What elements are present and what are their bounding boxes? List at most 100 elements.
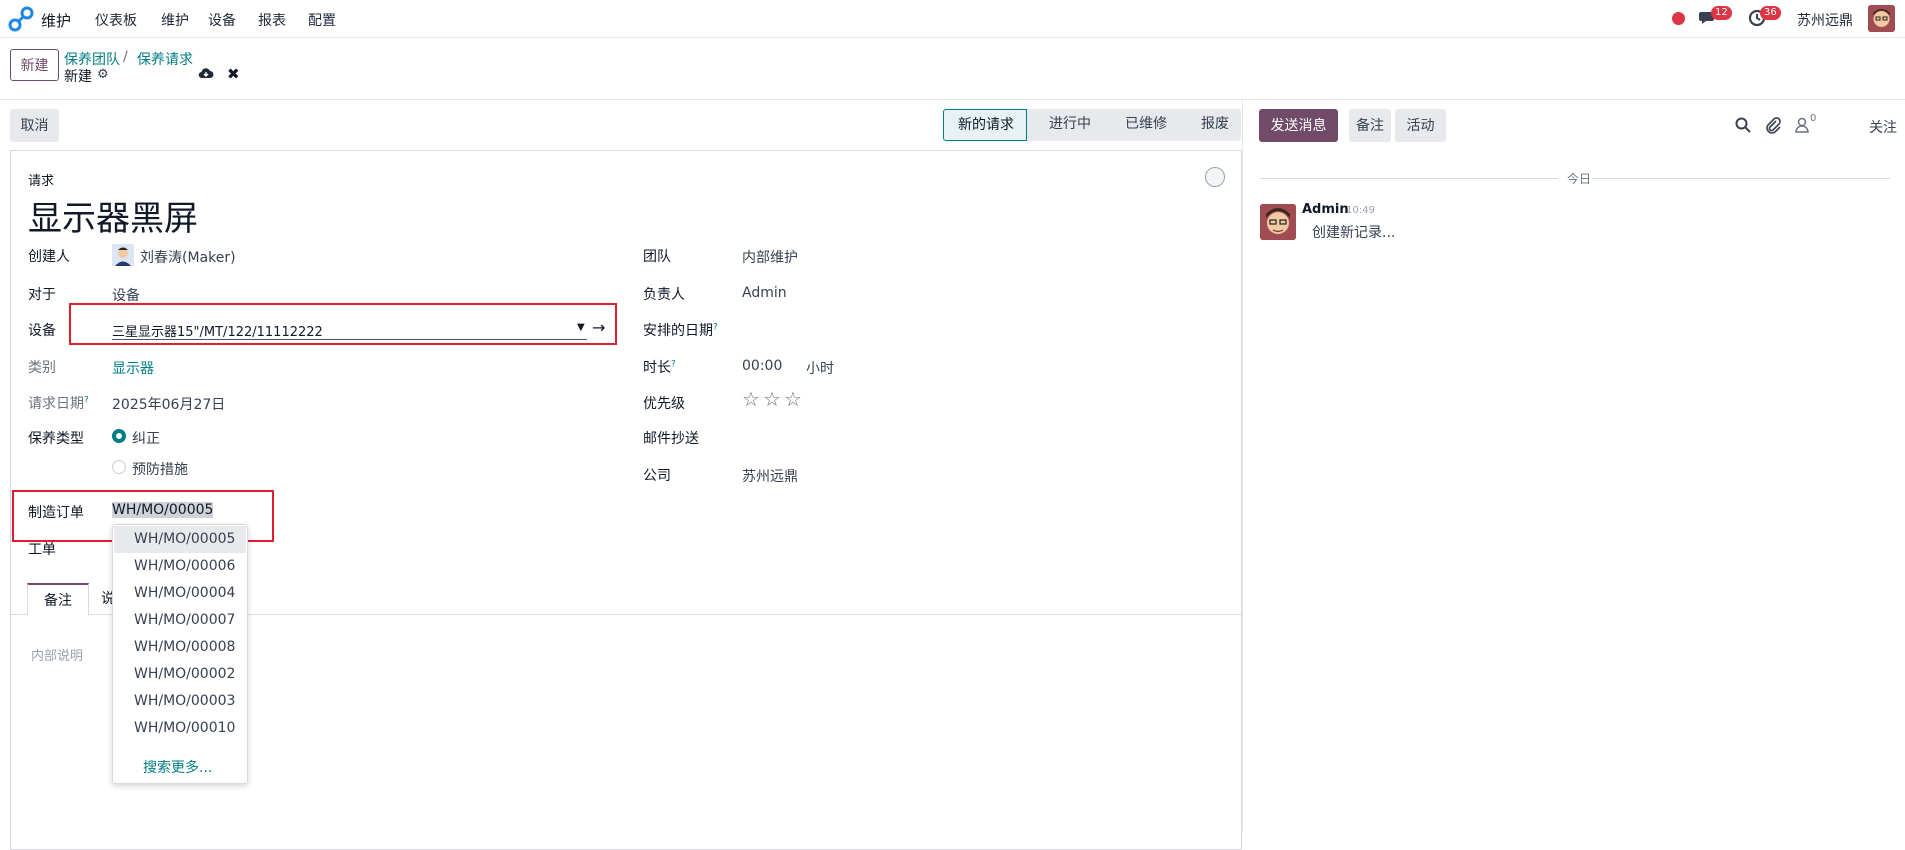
menu-dashboard[interactable]: 仪表板 (95, 10, 137, 30)
duration-unit: 小时 (806, 361, 834, 377)
dropdown-option[interactable]: WH/MO/00010 (114, 715, 246, 742)
log-note-button[interactable]: 备注 (1349, 109, 1391, 142)
search-more-link[interactable]: 搜索更多... (143, 757, 212, 777)
help-icon[interactable]: ? (671, 359, 676, 369)
request-date-value[interactable]: 2025年06月27日 (112, 394, 225, 414)
duration-label-text: 时长 (643, 360, 671, 376)
manufacturing-order-input[interactable]: WH/MO/00005 (112, 502, 214, 518)
follow-button[interactable]: 关注 (1869, 117, 1897, 137)
company-switcher[interactable]: 苏州远鼎 (1797, 10, 1853, 30)
equipment-label: 设备 (28, 323, 56, 339)
followers-count: 0 (1810, 113, 1817, 124)
notes-placeholder[interactable]: 内部说明 (31, 645, 83, 664)
company-value[interactable]: 苏州远鼎 (742, 466, 798, 486)
stage-new-request[interactable]: 新的请求 (943, 109, 1027, 141)
breadcrumb-requests[interactable]: 保养请求 (137, 49, 193, 69)
menu-equipment[interactable]: 设备 (208, 10, 236, 30)
message-author-avatar[interactable] (1260, 204, 1296, 240)
category-value[interactable]: 显示器 (112, 358, 154, 378)
dropdown-option[interactable]: WH/MO/00005 (114, 526, 246, 553)
dropdown-option[interactable]: WH/MO/00004 (114, 580, 246, 607)
company-label: 公司 (643, 468, 671, 484)
new-button[interactable]: 新建 (10, 49, 59, 81)
app-logo-icon[interactable] (8, 6, 34, 32)
preventive-option-label[interactable]: 预防措施 (132, 459, 188, 479)
radio-preventive[interactable] (112, 460, 126, 474)
corrective-option-label[interactable]: 纠正 (132, 428, 160, 448)
message-author[interactable]: Admin (1302, 202, 1349, 217)
scheduled-date-label-text: 安排的日期 (643, 323, 713, 339)
dropdown-option[interactable]: WH/MO/00007 (114, 607, 246, 634)
creator-value[interactable]: 刘春涛(Maker) (140, 247, 236, 267)
messages-badge: 12 (1711, 6, 1732, 20)
duration-value[interactable]: 00:00 (742, 358, 782, 374)
messages-button[interactable]: 12 (1698, 6, 1732, 30)
scheduled-date-label: 安排的日期? (643, 320, 718, 340)
request-title[interactable]: 显示器黑屏 (28, 191, 198, 240)
maintenance-type-label: 保养类型 (28, 431, 84, 447)
help-icon[interactable]: ? (713, 322, 718, 332)
control-panel: 新建 保养团队 / 保养请求 新建 ⚙ ✖ (0, 38, 1905, 100)
priority-star-2-icon[interactable]: ☆ (763, 387, 781, 411)
manufacturing-order-label: 制造订单 (28, 505, 84, 521)
menu-maintenance[interactable]: 维护 (161, 10, 189, 30)
internal-link-arrow-icon[interactable]: → (592, 318, 605, 337)
record-name: 新建 (64, 69, 92, 85)
discard-icon[interactable]: ✖ (227, 65, 240, 83)
admin-avatar-icon (1260, 204, 1296, 240)
stage-scrap[interactable]: 报废 (1179, 109, 1241, 141)
for-label: 对于 (28, 287, 56, 303)
activities-button[interactable]: 活动 (1395, 109, 1446, 142)
paperclip-icon[interactable] (1764, 116, 1782, 134)
date-divider-left (1260, 178, 1558, 179)
date-divider-right (1592, 178, 1890, 179)
stage-statusbar: 新的请求 进行中 已维修 报废 (943, 109, 1241, 141)
team-value[interactable]: 内部维护 (742, 247, 798, 267)
creator-label: 创建人 (28, 249, 70, 265)
tab-notes[interactable]: 备注 (27, 583, 89, 616)
top-navbar: 维护 仪表板 维护 设备 报表 配置 12 36 苏州远鼎 (0, 0, 1905, 38)
user-avatar-icon (1868, 5, 1895, 32)
request-date-label: 请求日期? (28, 393, 89, 413)
search-icon[interactable] (1734, 116, 1752, 134)
request-date-label-text: 请求日期 (28, 396, 84, 412)
stage-in-progress[interactable]: 进行中 (1027, 109, 1103, 141)
stage-repaired[interactable]: 已维修 (1103, 109, 1179, 141)
dropdown-option[interactable]: WH/MO/00006 (114, 553, 246, 580)
equipment-input[interactable]: 三星显示器15"/MT/122/11112222 (112, 321, 323, 340)
dropdown-option[interactable]: WH/MO/00003 (114, 688, 246, 715)
category-label: 类别 (28, 360, 56, 376)
priority-label: 优先级 (643, 396, 685, 412)
for-value[interactable]: 设备 (112, 285, 140, 305)
breadcrumb-separator: / (123, 49, 128, 65)
user-avatar[interactable] (1868, 5, 1895, 32)
activities-badge: 36 (1760, 6, 1781, 20)
menu-reporting[interactable]: 报表 (258, 10, 286, 30)
send-message-button[interactable]: 发送消息 (1259, 109, 1338, 142)
chevron-down-icon[interactable]: ▼ (577, 322, 585, 333)
followers-user-icon[interactable] (1793, 116, 1811, 134)
help-icon[interactable]: ? (84, 395, 89, 405)
cancel-button[interactable]: 取消 (10, 109, 59, 142)
app-name[interactable]: 维护 (41, 10, 71, 31)
date-divider-today: 今日 (1567, 172, 1592, 186)
dropdown-option[interactable]: WH/MO/00002 (114, 661, 246, 688)
gear-icon[interactable]: ⚙ (97, 67, 109, 82)
activities-button[interactable]: 36 (1747, 6, 1781, 30)
menu-configuration[interactable]: 配置 (308, 10, 336, 30)
dropdown-option[interactable]: WH/MO/00008 (114, 634, 246, 661)
save-cloud-icon[interactable] (198, 65, 214, 81)
kanban-state-icon[interactable] (1205, 167, 1225, 187)
message-time: 10:49 (1346, 205, 1375, 216)
creator-avatar-icon (112, 244, 134, 266)
priority-star-1-icon[interactable]: ☆ (742, 387, 760, 411)
message-body: 创建新记录... (1312, 225, 1396, 241)
workorder-label: 工单 (28, 542, 56, 558)
responsible-value[interactable]: Admin (742, 285, 787, 301)
recording-status-icon[interactable] (1672, 12, 1685, 25)
request-label: 请求 (28, 174, 55, 189)
email-cc-label: 邮件抄送 (643, 431, 699, 447)
radio-corrective[interactable] (112, 429, 126, 443)
priority-star-3-icon[interactable]: ☆ (784, 387, 802, 411)
mo-autocomplete-dropdown: WH/MO/00005 WH/MO/00006 WH/MO/00004 WH/M… (112, 524, 248, 784)
